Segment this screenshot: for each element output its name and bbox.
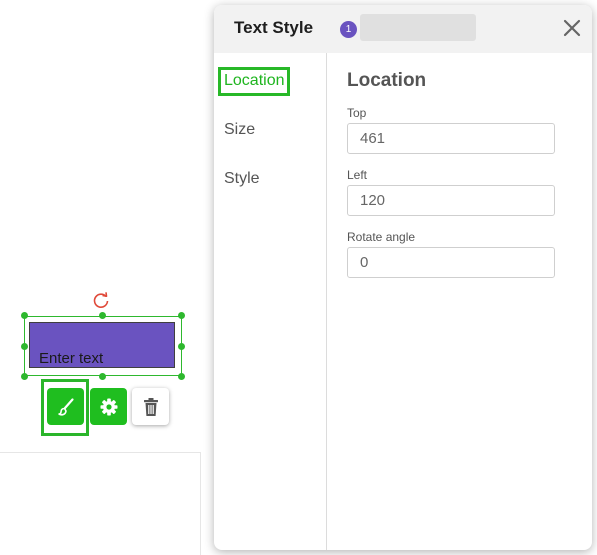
text-element[interactable]: Enter text [29,322,175,368]
sidebar-nav: Location Size Style [214,53,327,550]
resize-handle[interactable] [178,312,185,319]
redacted-area [360,14,476,41]
style-button[interactable] [47,388,84,425]
top-label: Top [347,106,367,120]
close-icon [563,19,581,37]
section-title: Location [347,70,427,91]
left-input[interactable] [347,185,555,216]
trash-icon [143,397,158,416]
text-style-panel: Text Style 1 Location Size Style Locatio… [214,5,592,550]
resize-handle[interactable] [99,373,106,380]
nav-item-style[interactable]: Style [224,170,260,188]
text-element-content: Enter text [39,350,104,367]
rotate-handle-icon[interactable] [91,291,111,311]
panel-content: Location Top Left Rotate angle [327,53,592,550]
panel-title: Text Style [234,18,314,37]
rotate-angle-input[interactable] [347,247,555,278]
resize-handle[interactable] [21,312,28,319]
resize-handle[interactable] [99,312,106,319]
top-input[interactable] [347,123,555,154]
page-divider [200,452,201,555]
resize-handle[interactable] [21,343,28,350]
resize-handle[interactable] [178,373,185,380]
settings-button[interactable] [90,388,127,425]
close-button[interactable] [560,16,584,40]
rotate-angle-label: Rotate angle [347,230,416,244]
gear-icon [100,398,117,415]
step-badge: 1 [340,21,357,38]
left-label: Left [347,168,368,182]
brush-icon [57,397,74,416]
delete-button[interactable] [132,388,169,425]
nav-item-location[interactable]: Location [218,67,290,96]
page-divider [0,452,200,453]
resize-handle[interactable] [178,343,185,350]
resize-handle[interactable] [21,373,28,380]
nav-item-size[interactable]: Size [224,121,255,139]
panel-header: Text Style 1 [214,5,592,53]
